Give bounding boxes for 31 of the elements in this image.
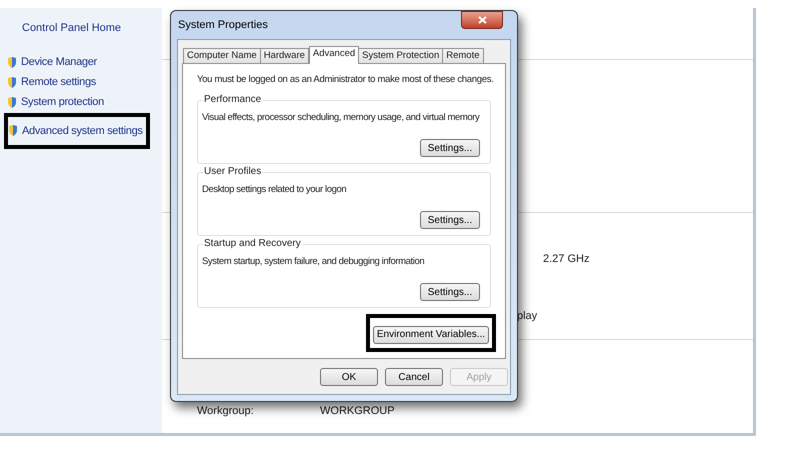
tab[interactable]: Hardware bbox=[260, 48, 309, 63]
close-icon bbox=[478, 16, 486, 24]
tab[interactable]: Advanced bbox=[308, 46, 360, 64]
dialog-title: System Properties bbox=[178, 18, 268, 33]
sidebar-item[interactable]: System protection bbox=[8, 92, 104, 112]
shield-icon bbox=[8, 57, 16, 68]
sidebar-item[interactable]: Device Manager bbox=[8, 52, 97, 72]
tab[interactable]: Remote bbox=[442, 48, 484, 63]
workgroup-value: WORKGROUP bbox=[320, 404, 395, 418]
group-description: Desktop settings related to your logon bbox=[202, 183, 348, 198]
group-description: System startup, system failure, and debugging information bbox=[202, 255, 426, 270]
settings-button[interactable]: Settings... bbox=[420, 211, 480, 230]
sidebar-item[interactable]: Remote settings bbox=[8, 72, 96, 92]
settings-button[interactable]: Settings... bbox=[420, 139, 480, 158]
dialog-button[interactable]: Cancel bbox=[385, 368, 443, 386]
environment-variables-button[interactable]: Environment Variables... bbox=[373, 326, 489, 344]
tab[interactable]: Computer Name bbox=[183, 48, 261, 63]
shield-icon bbox=[8, 77, 16, 88]
dialog-button[interactable]: OK bbox=[320, 368, 378, 386]
settings-button[interactable]: Settings... bbox=[420, 283, 480, 302]
group-title: Startup and Recovery bbox=[203, 238, 302, 250]
group-description: Visual effects, processor scheduling, memory usage, and virtual memory bbox=[202, 111, 481, 126]
processor-speed-text: 2.27 GHz bbox=[543, 252, 590, 267]
tab[interactable]: System Protection bbox=[358, 48, 444, 63]
sidebar-item[interactable]: Advanced system settings bbox=[4, 112, 150, 149]
notice-text: You must be logged on as an Administrator to make most of these changes. bbox=[197, 73, 491, 87]
close-button[interactable] bbox=[461, 11, 503, 29]
shield-icon bbox=[8, 97, 16, 108]
shield-icon bbox=[9, 125, 17, 136]
workgroup-label: Workgroup: bbox=[197, 404, 255, 418]
sidebar-title[interactable]: Control Panel Home bbox=[22, 20, 162, 36]
